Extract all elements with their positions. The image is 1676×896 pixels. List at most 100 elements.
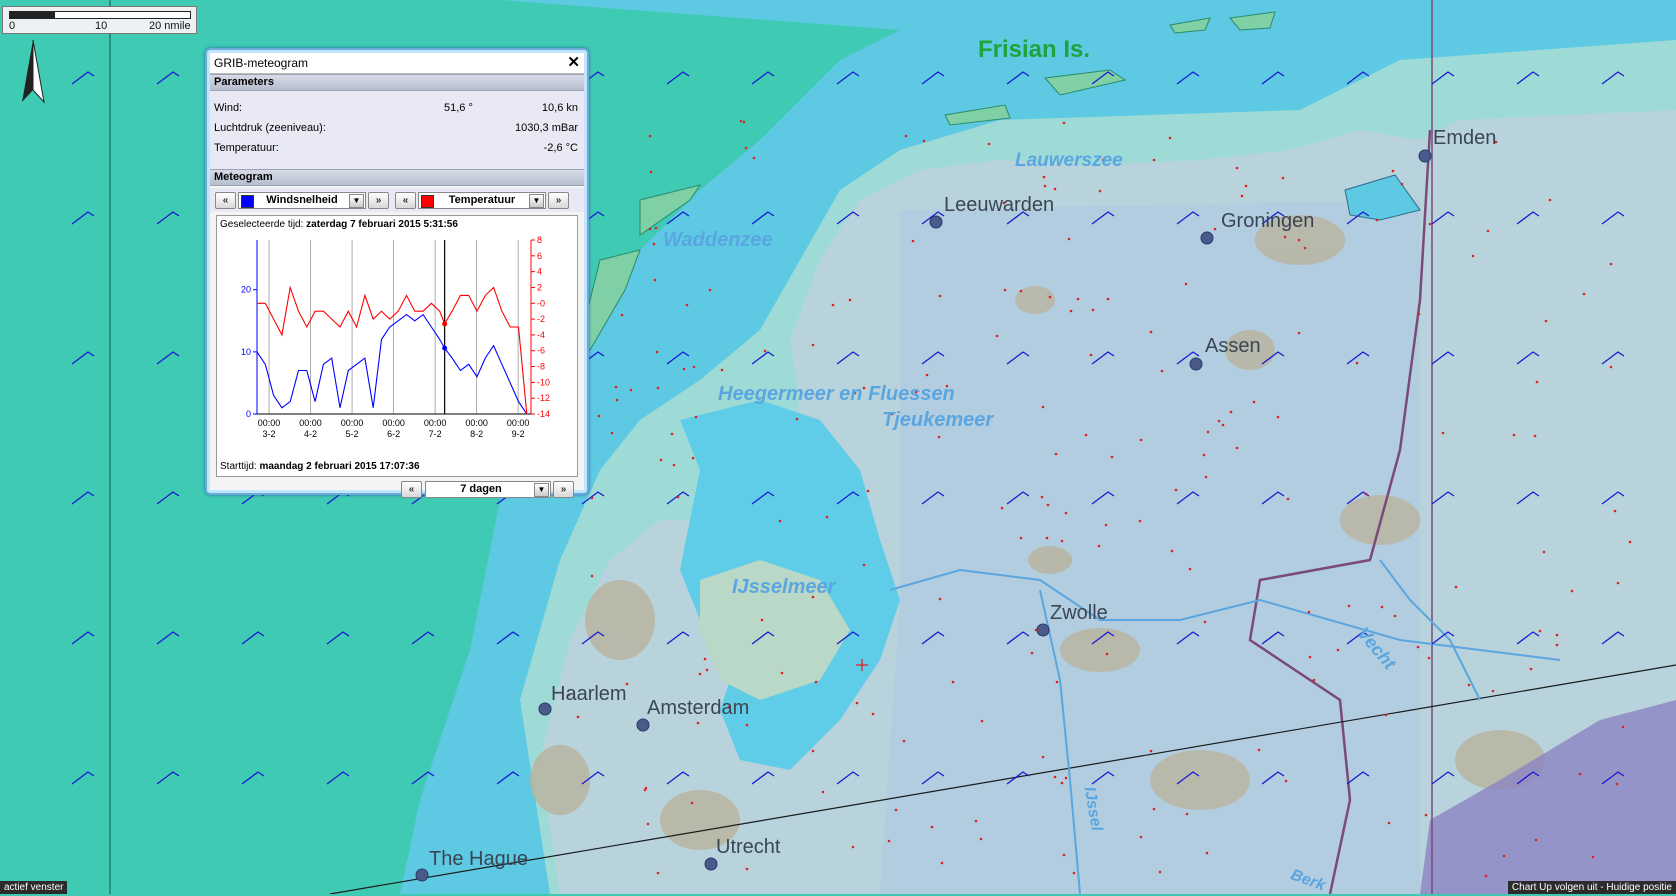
grid-point <box>1427 656 1431 660</box>
grid-point <box>1512 433 1516 437</box>
grid-point <box>974 819 978 823</box>
param-row-wind: Wind: 51,6 ° 10,6 kn <box>214 102 578 116</box>
chevron-down-icon[interactable]: ▼ <box>534 483 549 497</box>
param-value: 51,6 ° <box>444 102 473 114</box>
grid-point <box>1286 497 1290 501</box>
right-series-prev-button[interactable]: « <box>395 192 416 209</box>
chevron-down-icon[interactable]: ▼ <box>529 194 544 208</box>
grid-point <box>1555 633 1559 637</box>
period-next-button[interactable]: » <box>553 481 574 498</box>
x-tick-label-date: 6-2 <box>387 429 400 439</box>
grid-point <box>1281 176 1285 180</box>
period-select[interactable]: 7 dagen ▼ <box>425 481 551 498</box>
grid-point <box>672 463 676 467</box>
right-tick-label: 4 <box>537 267 542 277</box>
water-label-lauwerszee: Lauwerszee <box>1015 150 1123 171</box>
right-series-next-button[interactable]: » <box>548 192 569 209</box>
place-leeuwarden: Leeuwarden <box>944 194 1055 216</box>
grid-point <box>1203 620 1207 624</box>
grid-point <box>1544 319 1548 323</box>
meteogram-titlebar[interactable]: GRIB-meteogram ✕ <box>210 53 584 74</box>
grid-point <box>1041 755 1045 759</box>
grid-point <box>1152 807 1156 811</box>
grid-point <box>1276 415 1280 419</box>
grid-point <box>1283 235 1287 239</box>
close-icon[interactable]: ✕ <box>567 53 580 71</box>
grid-point <box>1535 380 1539 384</box>
place-haarlem: Haarlem <box>551 683 627 705</box>
grid-point <box>1043 184 1047 188</box>
x-tick-label-time: 00:00 <box>341 418 364 428</box>
grid-point <box>1628 540 1632 544</box>
grid-point <box>656 871 660 875</box>
parameters-header: Parameters <box>210 74 584 91</box>
grid-point <box>1307 610 1311 614</box>
meteogram-plot[interactable]: 00:003-200:004-200:005-200:006-200:007-2… <box>217 234 573 452</box>
grid-point <box>1067 237 1071 241</box>
selected-point-windsnelheid <box>442 345 448 351</box>
right-tick-label: -8 <box>537 362 545 372</box>
grid-point <box>1364 492 1368 496</box>
grid-point <box>744 146 748 150</box>
series-controls: « Windsnelheid ▼ » « Temperatuur ▼ » <box>210 188 584 212</box>
grid-point <box>821 790 825 794</box>
series-line-windsnelheid <box>256 313 528 415</box>
grid-point <box>1062 853 1066 857</box>
grid-point <box>1174 488 1178 492</box>
water-label-ijsselmeer: IJsselmeer <box>732 576 836 598</box>
scale-label-0: 0 <box>9 20 16 32</box>
grid-point <box>1303 246 1307 250</box>
left-series-prev-button[interactable]: « <box>215 192 236 209</box>
grid-point <box>760 618 764 622</box>
grid-point <box>590 496 594 500</box>
status-right: Chart Up volgen uit - Huidige positie <box>1507 881 1676 894</box>
grid-point <box>1502 854 1506 858</box>
meteogram-chart[interactable]: Geselecteerde tijd: zaterdag 7 februari … <box>216 215 578 477</box>
grid-point <box>922 139 926 143</box>
grid-point <box>1168 136 1172 140</box>
grid-point <box>980 719 984 723</box>
scale-label-20: 20 nmile <box>149 20 191 32</box>
grid-point <box>698 672 702 676</box>
grid-point <box>597 414 601 418</box>
grib-meteogram-window[interactable]: GRIB-meteogram ✕ Parameters Wind: 51,6 °… <box>205 48 589 498</box>
grid-point <box>1042 175 1046 179</box>
grid-point <box>1484 874 1488 878</box>
period-value: 7 dagen <box>460 483 502 495</box>
grid-point <box>1555 643 1559 647</box>
grid-point <box>862 563 866 567</box>
grid-point <box>629 388 633 392</box>
grid-point <box>646 822 650 826</box>
right-tick-label: 8 <box>537 235 542 245</box>
grid-point <box>1045 536 1049 540</box>
grid-point <box>1616 581 1620 585</box>
grid-point <box>1284 779 1288 783</box>
x-tick-label-time: 00:00 <box>258 418 281 428</box>
grid-point <box>1486 229 1490 233</box>
grid-point <box>902 739 906 743</box>
grid-point <box>778 519 782 523</box>
grid-point <box>1534 838 1538 842</box>
x-tick-label-time: 00:00 <box>465 418 488 428</box>
chevron-down-icon[interactable]: ▼ <box>349 194 364 208</box>
left-series-next-button[interactable]: » <box>368 192 389 209</box>
grid-point <box>951 680 955 684</box>
param-row-pressure: Luchtdruk (zeeniveau): 1030,3 mBar <box>214 122 578 136</box>
place-assen: Assen <box>1205 335 1261 357</box>
selected-time-label: Geselecteerde tijd: <box>220 219 304 230</box>
grid-point <box>703 657 707 661</box>
grid-point <box>1308 655 1312 659</box>
grid-point <box>987 142 991 146</box>
x-tick-label-date: 8-2 <box>470 429 483 439</box>
param-label: Luchtdruk (zeeniveau): <box>214 122 326 134</box>
left-series-swatch <box>241 195 254 208</box>
grid-point <box>1548 198 1552 202</box>
left-series-select[interactable]: Windsnelheid ▼ <box>238 192 366 209</box>
grid-point <box>814 680 818 684</box>
grid-point <box>1046 503 1050 507</box>
grid-point <box>720 368 724 372</box>
right-tick-label: -2 <box>537 314 545 324</box>
grid-point <box>1621 725 1625 729</box>
right-series-select[interactable]: Temperatuur ▼ <box>418 192 546 209</box>
period-prev-button[interactable]: « <box>401 481 422 498</box>
